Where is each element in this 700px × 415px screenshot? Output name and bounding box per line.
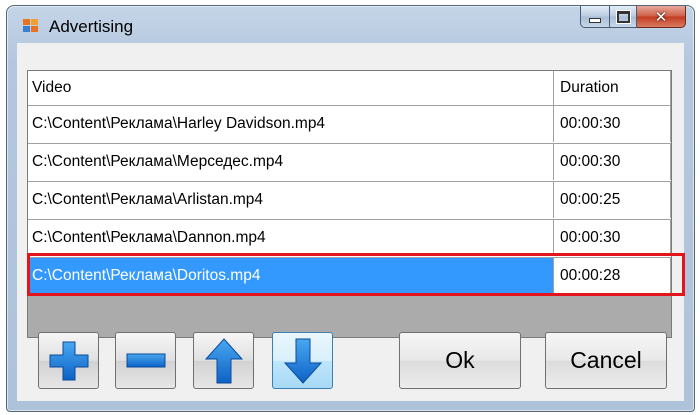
table-row[interactable]: C:\Content\Реклама\Harley Davidson.mp4 0…	[28, 106, 671, 144]
ok-button[interactable]: Ok	[399, 332, 521, 389]
video-path-cell[interactable]: C:\Content\Реклама\Arlistan.mp4	[28, 182, 554, 218]
maximize-button[interactable]	[610, 6, 637, 28]
column-header-video[interactable]: Video	[28, 71, 554, 105]
arrow-up-icon	[204, 337, 243, 383]
title-bar[interactable]: Advertising ✕	[7, 6, 694, 42]
window-title: Advertising	[49, 17, 134, 36]
plus-icon	[49, 341, 88, 380]
video-path-cell[interactable]: C:\Content\Реклама\Harley Davidson.mp4	[28, 106, 554, 142]
duration-cell[interactable]: 00:00:30	[554, 106, 671, 142]
table-row-selected[interactable]: C:\Content\Реклама\Doritos.mp4 00:00:28	[28, 258, 671, 296]
column-header-duration[interactable]: Duration	[554, 71, 671, 105]
maximize-icon	[616, 10, 630, 23]
close-button[interactable]: ✕	[637, 6, 686, 28]
table-row[interactable]: C:\Content\Реклама\Dannon.mp4 00:00:30	[28, 220, 671, 258]
video-grid[interactable]: Video Duration C:\Content\Реклама\Harley…	[27, 70, 672, 338]
remove-button[interactable]	[115, 332, 176, 389]
table-row[interactable]: C:\Content\Реклама\Arlistan.mp4 00:00:25	[28, 182, 671, 220]
move-down-button[interactable]	[272, 332, 333, 389]
cancel-button[interactable]: Cancel	[545, 332, 667, 389]
close-icon: ✕	[654, 7, 668, 26]
video-path-cell[interactable]: C:\Content\Реклама\Doritos.mp4	[28, 258, 554, 294]
minimize-icon	[589, 17, 601, 23]
move-up-button[interactable]	[193, 332, 254, 389]
video-path-cell[interactable]: C:\Content\Реклама\Мерседес.mp4	[28, 144, 554, 180]
duration-cell[interactable]: 00:00:30	[554, 220, 671, 256]
duration-cell[interactable]: 00:00:25	[554, 182, 671, 218]
caption-buttons: ✕	[580, 6, 686, 28]
duration-cell[interactable]: 00:00:28	[554, 258, 671, 294]
video-path-cell[interactable]: C:\Content\Реклама\Dannon.mp4	[28, 220, 554, 256]
duration-cell[interactable]: 00:00:30	[554, 144, 671, 180]
app-icon	[23, 19, 39, 33]
add-button[interactable]	[38, 332, 99, 389]
grid-header: Video Duration	[28, 71, 671, 106]
minus-icon	[126, 353, 165, 367]
table-row[interactable]: C:\Content\Реклама\Мерседес.mp4 00:00:30	[28, 144, 671, 182]
arrow-down-icon	[283, 338, 322, 384]
minimize-button[interactable]	[580, 6, 610, 28]
